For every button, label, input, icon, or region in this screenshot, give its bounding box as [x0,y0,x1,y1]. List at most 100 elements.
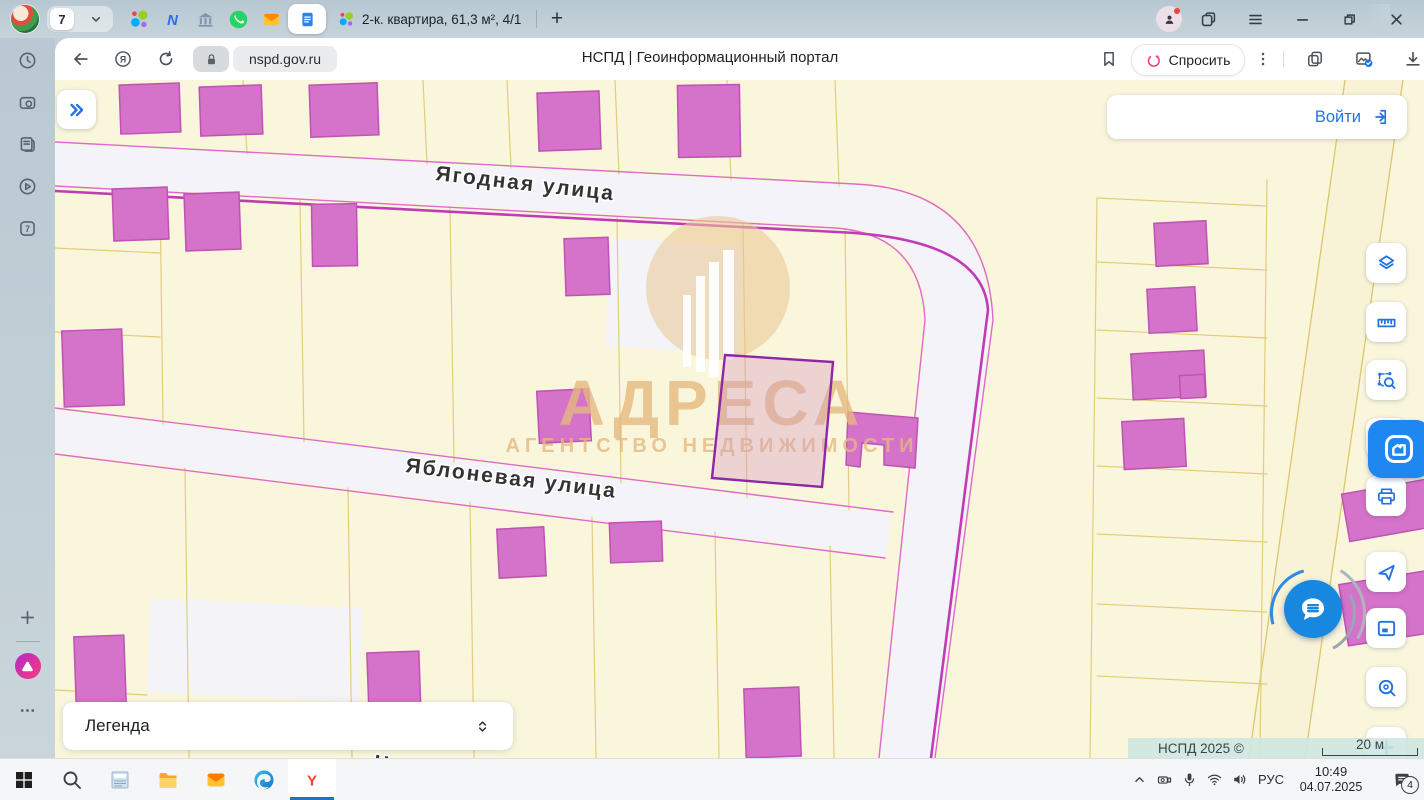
secure-lock-pill[interactable] [193,46,229,72]
tray-tray-wifi-icon[interactable] [1202,759,1227,800]
scale-bar: 20 м [1322,740,1418,757]
pinned-tab-yandex-n-icon[interactable]: N [159,6,185,32]
taskbar-app-explorer-icon[interactable] [144,759,192,800]
window-control-menu-icon[interactable] [1243,7,1267,31]
tray-wifi-icon [1206,771,1223,788]
ai-sparkle-icon [1146,52,1163,69]
pinned-tab-whatsapp-icon[interactable] [225,6,251,32]
svg-text:7: 7 [25,224,30,234]
taskbar-app-taskbar-mail-icon[interactable] [192,759,240,800]
window-control-restore-icon[interactable] [1337,7,1361,31]
whatsapp-icon [228,9,249,30]
new-tab-button[interactable]: + [544,6,570,32]
toolbar-separator [1283,51,1284,67]
pinned-tab-bank-icon[interactable] [192,6,218,32]
sidebar-feed-icon[interactable] [0,124,55,164]
taskbar-clock[interactable]: 10:49 04.07.2025 [1292,764,1370,796]
collapse-expand-icon[interactable] [474,718,491,735]
legend-panel[interactable]: Легенда [63,702,513,750]
toolbar-screenshot-check-icon[interactable] [1352,47,1376,71]
print-tool-button[interactable] [1366,476,1406,516]
minimap-tool-button[interactable] [1366,608,1406,648]
minimap-tool [1375,617,1398,640]
address-bar[interactable]: nspd.gov.ru [233,46,337,72]
sidebar-alice-button[interactable] [0,646,55,686]
legend-label: Легенда [85,716,150,736]
login-panel[interactable]: Войти [1107,95,1407,139]
building [62,329,125,407]
map-svg: АДРЕСААГЕНТСТВО НЕДВИЖИМОСТИЯгодная улиц… [55,80,1424,758]
refresh-button[interactable] [154,47,178,71]
sidebar-history-icon[interactable] [0,40,55,80]
ask-ai-button[interactable]: Спросить [1131,44,1245,76]
extension-avatar-button[interactable] [1156,6,1182,32]
sidebar-video-icon[interactable] [0,166,55,206]
chat-widget [1276,572,1350,646]
sidebar-more-icon[interactable] [0,690,55,730]
pinned-tab-mail-icon[interactable] [258,6,284,32]
tray-tray-mic-icon[interactable] [1177,759,1202,800]
selected-parcel[interactable] [712,355,833,487]
navigate-tool-button[interactable] [1366,552,1406,592]
tray-date: 04.07.2025 [1292,780,1370,796]
layers-tool-button[interactable] [1366,243,1406,283]
object-search-tool-button[interactable] [1366,667,1406,707]
language-indicator[interactable]: РУС [1258,772,1284,787]
taskbar-app-edge-icon[interactable] [240,759,288,800]
window-control-minimize-icon[interactable] [1290,7,1314,31]
tab-counter-button[interactable]: 7 [47,6,113,32]
video-icon [17,176,38,197]
tray-tray-up-icon[interactable] [1127,759,1152,800]
yandex-browser-icon: Y [300,768,324,792]
tray-tray-device-icon[interactable] [1152,759,1177,800]
back-button[interactable] [69,47,93,71]
feed-icon [17,134,38,155]
notification-button[interactable]: 4 [1380,759,1424,800]
taskbar-app-taskbar-search-icon[interactable] [48,759,96,800]
tab-apartment-listing[interactable]: 2-к. квартира, 61,3 м², 4/1 [334,4,538,34]
taskbar-app-windows-start-icon[interactable] [0,759,48,800]
taskbar-app-app-window-icon[interactable] [96,759,144,800]
taskbar-app-yandex-browser-icon[interactable]: Y [288,759,336,800]
building [1147,287,1197,333]
restore-icon [1340,10,1359,29]
watermark-logo-bar [723,250,734,360]
tray-tray-volume-icon[interactable] [1227,759,1252,800]
tabs-panel-icon [1199,10,1218,29]
active-pinned-tab[interactable] [288,4,326,34]
attribution-strip: НСПД 2025 © 20 м [1128,738,1424,758]
building [537,91,601,151]
screenshot-check-icon [1354,49,1374,69]
more-options-button[interactable] [1251,47,1275,71]
yandex-home-button[interactable]: Я [111,47,135,71]
window-control-close-icon[interactable] [1384,7,1408,31]
toolbar-download-icon[interactable] [1401,47,1424,71]
browser-toolbar: Я nspd.gov.ru НСПД | Геоинформационный п… [55,38,1424,80]
sidebar-screenshot-icon[interactable] [0,82,55,122]
scale-line [1322,748,1418,756]
object-panel-badge[interactable] [1368,420,1424,478]
profile-avatar[interactable] [11,5,39,33]
watermark-logo-bar [696,276,705,372]
chat-button[interactable] [1284,580,1342,638]
attribution-text: НСПД 2025 © [1158,741,1244,756]
building [1122,418,1186,469]
download-icon [1403,49,1423,69]
bookmark-button[interactable] [1097,47,1121,71]
expand-panel-button[interactable] [57,90,96,129]
sidebar-plus-icon[interactable] [0,597,55,637]
street-label: Цвето [372,751,447,758]
ruler-tool-button[interactable] [1366,302,1406,342]
building [199,85,263,136]
white-parcel-2 [147,598,363,702]
window-control-tabs-panel-icon[interactable] [1196,7,1220,31]
sidebar-tab-counter-icon[interactable]: 7 [0,208,55,248]
pinned-tab-avito-icon[interactable] [126,6,152,32]
map-canvas[interactable]: АДРЕСААГЕНТСТВО НЕДВИЖИМОСТИЯгодная улиц… [55,80,1424,758]
toolbar-extension-copy-icon[interactable] [1303,47,1327,71]
extension-copy-icon [1305,49,1325,69]
ruler-tool [1375,311,1398,334]
area-search-tool-button[interactable] [1366,360,1406,400]
chat-bubble-icon [1296,592,1330,626]
tray-device-icon [1156,771,1173,788]
